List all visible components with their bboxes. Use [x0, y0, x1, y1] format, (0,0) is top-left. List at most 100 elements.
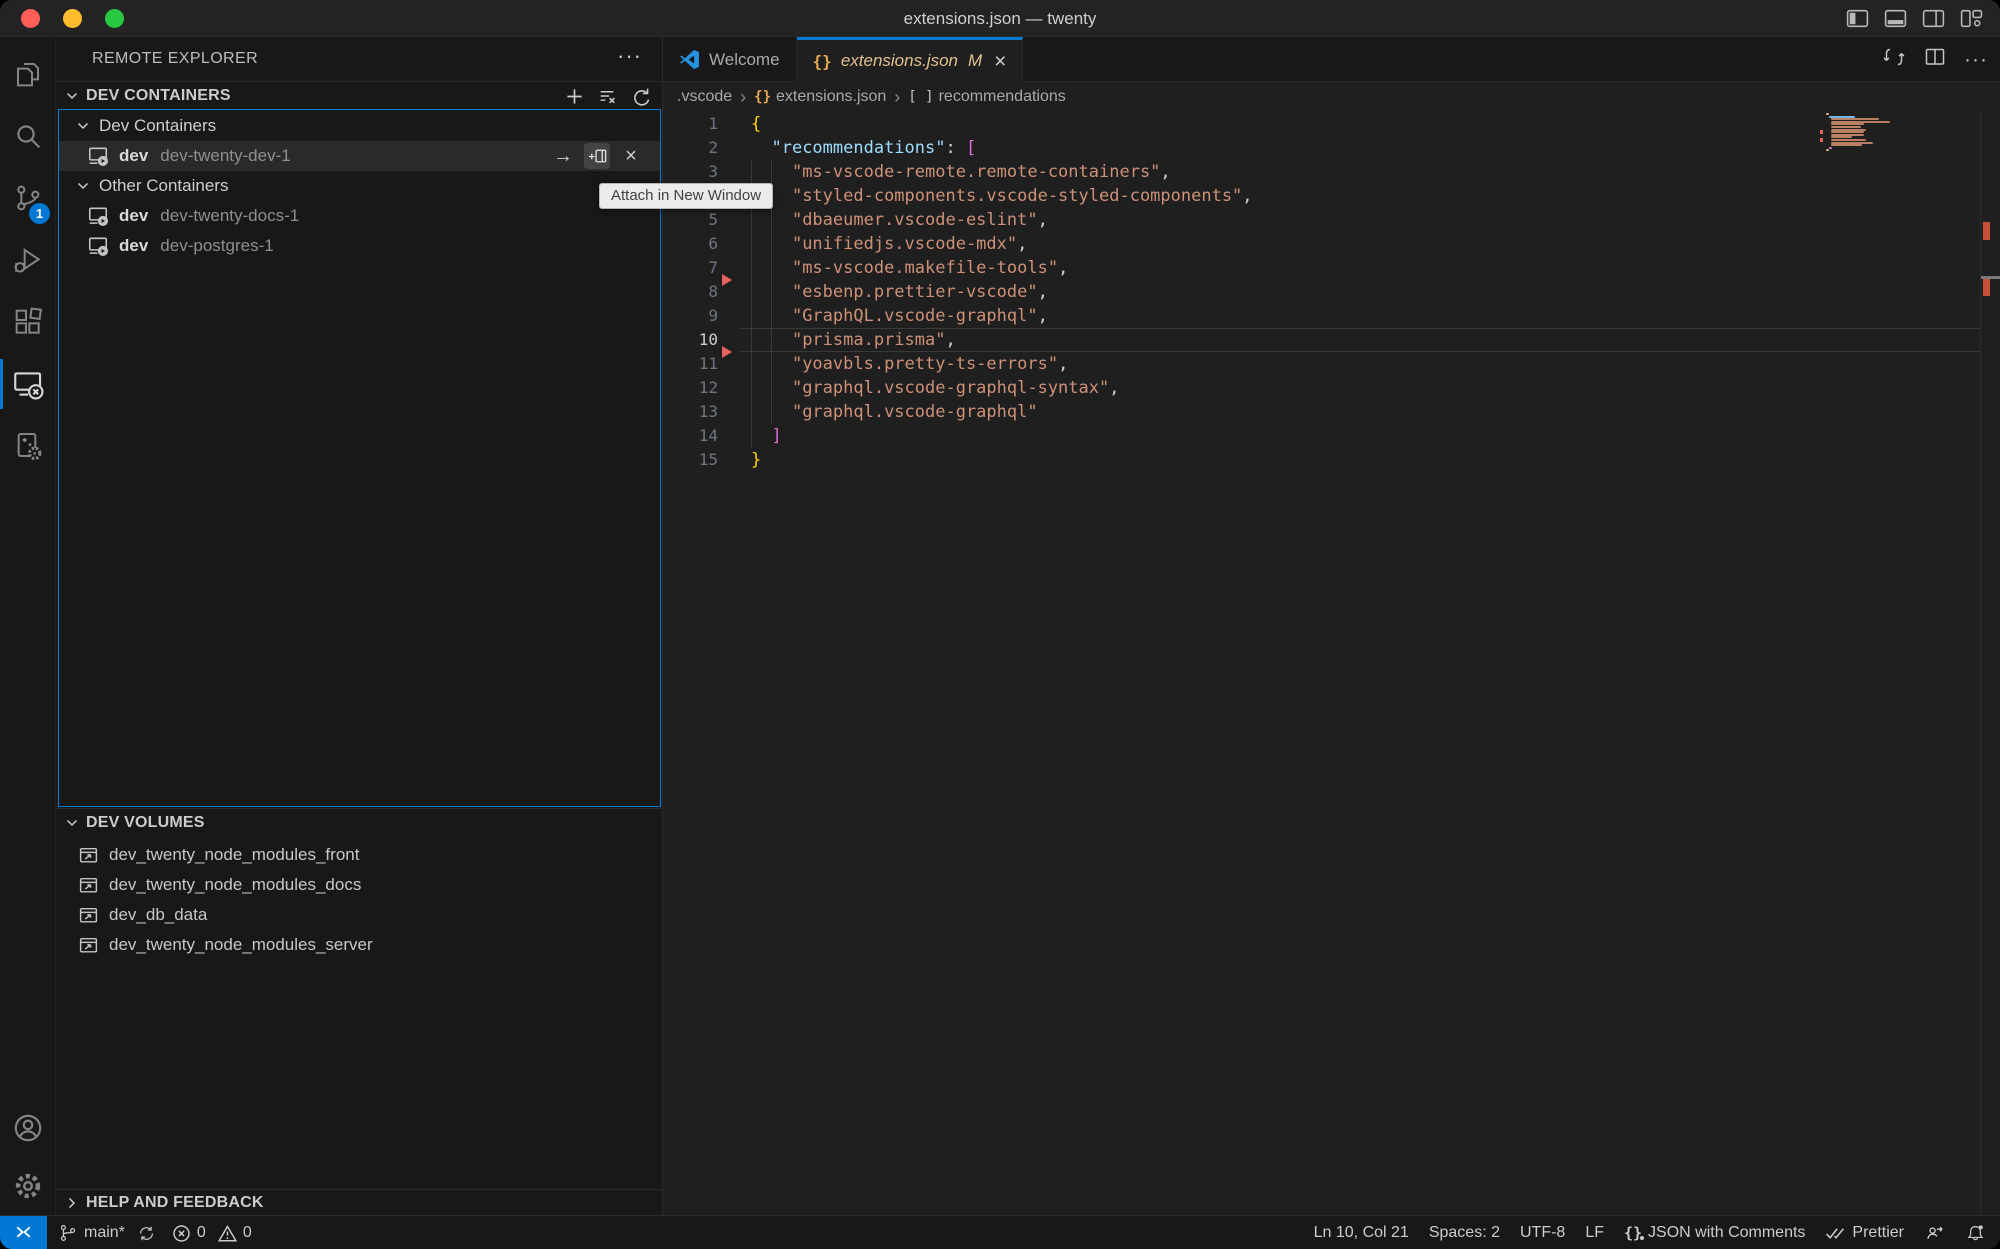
extensions-icon[interactable] [0, 293, 56, 351]
tree-item-dev-twenty-docs-1[interactable]: dev dev-twenty-docs-1 [59, 201, 660, 231]
code-line-10[interactable]: 10 "prisma.prisma", [663, 328, 2000, 352]
toggle-panel-icon[interactable] [1883, 6, 1908, 31]
volume-item[interactable]: dev_twenty_node_modules_server [56, 930, 662, 960]
line-number[interactable]: 2 [663, 136, 718, 160]
code-line-9[interactable]: 9 "GraphQL.vscode-graphql", [663, 304, 2000, 328]
tab-bar: Welcome {} extensions.json M × ··· [663, 37, 2000, 82]
code-line-13[interactable]: 13 "graphql.vscode-graphql" [663, 400, 2000, 424]
more-actions-icon[interactable]: ··· [1964, 48, 1988, 72]
line-number[interactable]: 7 [663, 256, 718, 280]
stop-container-icon[interactable]: × [618, 143, 644, 169]
feedback-icon[interactable] [1924, 1223, 1945, 1244]
branch-item[interactable]: main* [58, 1223, 156, 1243]
search-icon[interactable] [0, 107, 56, 165]
json-with-comments-icon: {} [1624, 1224, 1642, 1242]
volume-item[interactable]: dev_twenty_node_modules_docs [56, 870, 662, 900]
line-number[interactable]: 14 [663, 424, 718, 448]
volume-item[interactable]: dev_twenty_node_modules_front [56, 840, 662, 870]
titlebar: extensions.json — twenty [0, 0, 2000, 37]
indentation[interactable]: Spaces: 2 [1429, 1224, 1500, 1242]
chevron-down-icon [75, 178, 91, 194]
notifications-bell-icon[interactable] [1965, 1223, 1986, 1244]
code-line-1[interactable]: 1{ [663, 112, 2000, 136]
code-line-3[interactable]: 3 "ms-vscode-remote.remote-containers", [663, 160, 2000, 184]
error-icon [172, 1224, 191, 1243]
toggle-primary-sidebar-icon[interactable] [1845, 6, 1870, 31]
code-editor[interactable]: 1{2 "recommendations": [3 "ms-vscode-rem… [663, 112, 2000, 1215]
line-number[interactable]: 10 [663, 328, 718, 352]
sync-icon[interactable] [137, 1224, 156, 1243]
minimap-line [1831, 126, 1861, 128]
minimap-line [1829, 147, 1832, 149]
code-line-12[interactable]: 12 "graphql.vscode-graphql-syntax", [663, 376, 2000, 400]
minimap-line [1831, 139, 1866, 141]
line-number[interactable]: 6 [663, 232, 718, 256]
code-lines: 1{2 "recommendations": [3 "ms-vscode-rem… [663, 112, 2000, 472]
overview-ruler [1980, 112, 2000, 1215]
customize-layout-icon[interactable] [1959, 6, 1984, 31]
run-debug-icon[interactable] [0, 231, 56, 289]
section-dev-containers[interactable]: DEV CONTAINERS [56, 81, 662, 109]
code-line-6[interactable]: 6 "unifiedjs.vscode-mdx", [663, 232, 2000, 256]
sidebar-more-actions-icon[interactable]: ··· [617, 43, 642, 69]
remote-explorer-icon[interactable] [0, 355, 56, 413]
add-container-icon[interactable] [564, 86, 584, 106]
open-changes-icon[interactable] [1882, 45, 1906, 74]
chevron-right-icon: › [739, 88, 747, 106]
line-number[interactable]: 9 [663, 304, 718, 328]
clear-filter-icon[interactable] [597, 86, 617, 106]
breadcrumb-file[interactable]: {}extensions.json [754, 88, 886, 106]
tree-item-dev-postgres-1[interactable]: dev dev-postgres-1 [59, 231, 660, 261]
line-number[interactable]: 12 [663, 376, 718, 400]
refresh-icon[interactable] [630, 86, 650, 106]
status-bar: main* 0 0 Ln 10, Col 21 Spaces: 2 UTF-8 … [0, 1215, 2000, 1249]
attach-in-new-window-icon[interactable] [584, 143, 610, 169]
remote-indicator[interactable] [0, 1216, 47, 1249]
encoding[interactable]: UTF-8 [1520, 1224, 1565, 1242]
breadcrumb-symbol[interactable]: [ ]recommendations [908, 88, 1065, 106]
code-line-15[interactable]: 15} [663, 448, 2000, 472]
line-number[interactable]: 13 [663, 400, 718, 424]
remote-icon [12, 1222, 35, 1245]
containers-icon[interactable] [0, 417, 56, 475]
code-line-5[interactable]: 5 "dbaeumer.vscode-eslint", [663, 208, 2000, 232]
code-line-14[interactable]: 14 ] [663, 424, 2000, 448]
explorer-icon[interactable] [0, 45, 56, 103]
close-tab-icon[interactable]: × [994, 51, 1006, 72]
formatter-item[interactable]: Prettier [1825, 1223, 1904, 1244]
code-line-4[interactable]: 4 "styled-components.vscode-styled-compo… [663, 184, 2000, 208]
cursor-position[interactable]: Ln 10, Col 21 [1314, 1224, 1409, 1242]
section-help-and-feedback[interactable]: HELP AND FEEDBACK [56, 1189, 662, 1215]
code-line-2[interactable]: 2 "recommendations": [ [663, 136, 2000, 160]
code-line-7[interactable]: 7 "ms-vscode.makefile-tools", [663, 256, 2000, 280]
volume-item[interactable]: dev_db_data [56, 900, 662, 930]
line-number[interactable]: 1 [663, 112, 718, 136]
breadcrumb-folder[interactable]: .vscode [677, 88, 732, 106]
breadcrumb: .vscode › {}extensions.json › [ ]recomme… [677, 82, 1066, 112]
problems-item[interactable]: 0 0 [172, 1224, 252, 1243]
code-line-8[interactable]: 8 "esbenp.prettier-vscode", [663, 280, 2000, 304]
line-number[interactable]: 5 [663, 208, 718, 232]
eol-sequence[interactable]: LF [1585, 1224, 1604, 1242]
split-editor-icon[interactable] [1923, 45, 1947, 74]
settings-gear-icon[interactable] [0, 1157, 56, 1215]
section-dev-volumes[interactable]: DEV VOLUMES [56, 808, 662, 836]
tree-group-dev-containers[interactable]: Dev Containers [59, 111, 660, 141]
attach-container-arrow-icon[interactable]: → [550, 143, 576, 169]
diff-deleted-mark [1983, 279, 1990, 296]
accounts-icon[interactable] [0, 1099, 56, 1157]
tree-item-dev-twenty-dev-1[interactable]: dev dev-twenty-dev-1 → × [59, 141, 660, 171]
array-symbol-icon: [ ] [908, 89, 933, 105]
tab-extensions-json[interactable]: {} extensions.json M × [797, 37, 1024, 82]
source-control-icon[interactable]: 1 [0, 169, 56, 227]
line-number[interactable]: 3 [663, 160, 718, 184]
chevron-right-icon [64, 1195, 80, 1211]
line-number[interactable]: 15 [663, 448, 718, 472]
toggle-secondary-sidebar-icon[interactable] [1921, 6, 1946, 31]
code-line-11[interactable]: 11 "yoavbls.pretty-ts-errors", [663, 352, 2000, 376]
line-number[interactable]: 11 [663, 352, 718, 376]
tab-welcome[interactable]: Welcome [663, 37, 797, 82]
language-mode[interactable]: {}JSON with Comments [1624, 1224, 1805, 1242]
tree-group-other-containers[interactable]: Other Containers [59, 171, 660, 201]
line-number[interactable]: 8 [663, 280, 718, 304]
